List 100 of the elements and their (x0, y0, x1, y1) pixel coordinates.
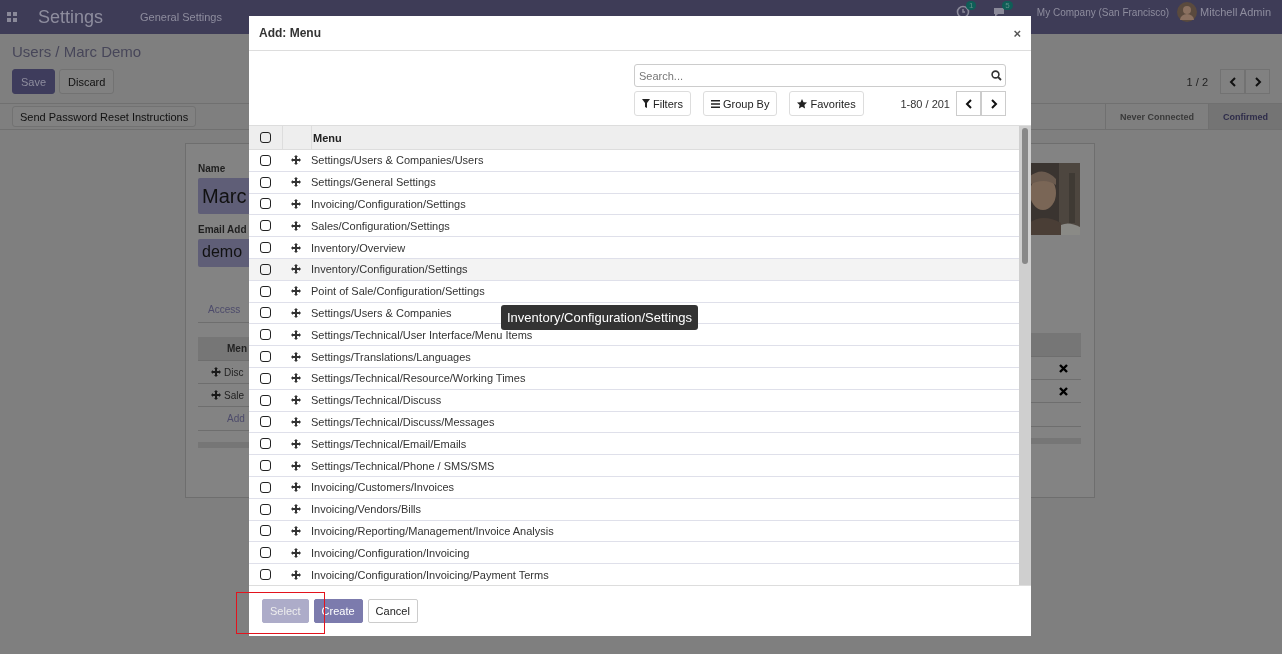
filter-icon (642, 99, 650, 108)
drag-handle-icon[interactable] (291, 504, 301, 515)
row-checkbox[interactable] (260, 307, 271, 319)
table-cell[interactable]: Invoicing/Reporting/Management/Invoice Analysis (310, 524, 554, 537)
header-cell (1029, 333, 1081, 357)
table-cell[interactable]: Settings/General Settings (310, 176, 436, 189)
filters-button[interactable]: Filters (634, 91, 691, 116)
row-checkbox[interactable] (260, 416, 271, 428)
field-label: Email Add (198, 224, 248, 237)
drag-handle-icon[interactable] (211, 390, 221, 400)
drag-handle-icon[interactable] (291, 416, 301, 427)
drag-handle-icon[interactable] (211, 367, 221, 377)
drag-handle-icon[interactable] (291, 482, 301, 493)
row-checkbox[interactable] (260, 154, 271, 166)
drag-handle-icon[interactable] (291, 395, 301, 406)
drag-handle-icon[interactable] (291, 329, 301, 340)
select-all-checkbox[interactable] (260, 132, 271, 143)
chat-icon[interactable] (992, 5, 1007, 19)
app-title: Settings (38, 6, 104, 28)
row-checkbox[interactable] (260, 176, 271, 188)
drag-handle-icon[interactable] (291, 155, 301, 166)
row-checkbox[interactable] (260, 242, 271, 254)
drag-handle-icon[interactable] (291, 264, 301, 275)
row-checkbox[interactable] (260, 220, 271, 232)
table-cell[interactable]: Invoicing/Configuration/Invoicing (310, 546, 470, 559)
row-checkbox[interactable] (260, 503, 271, 515)
row-checkbox[interactable] (260, 351, 271, 363)
drag-handle-icon[interactable] (291, 286, 301, 297)
drag-handle-icon[interactable] (291, 307, 301, 318)
list-icon (710, 99, 720, 108)
dialog-title: Add: Menu (259, 26, 321, 40)
drag-handle-icon[interactable] (291, 220, 301, 231)
drag-handle-icon[interactable] (291, 460, 301, 471)
chevron-left-icon (964, 98, 973, 109)
delete-icon[interactable] (1059, 363, 1068, 373)
table-row[interactable]: Inventory/Configuration/Settings (249, 259, 1019, 281)
row-checkbox[interactable] (260, 525, 271, 537)
table-cell[interactable]: Invoicing/Configuration/Invoicing/Payment Terms (310, 568, 549, 581)
column-header: Menu (312, 131, 342, 144)
table-cell: Disc (224, 366, 244, 378)
chevron-right-icon (1253, 76, 1262, 87)
drag-handle-icon[interactable] (291, 438, 301, 449)
count-badge: 1 (965, 1, 977, 10)
row-checkbox[interactable] (260, 263, 271, 275)
row-checkbox[interactable] (260, 394, 271, 406)
table-cell[interactable]: Settings/Users & Companies/Users (310, 154, 484, 167)
reset-password-button[interactable]: Send Password Reset Instructions (12, 106, 197, 127)
table-cell[interactable]: Invoicing/Configuration/Settings (310, 198, 466, 210)
table-cell[interactable]: Invoicing/Vendors/Bills (310, 503, 422, 516)
drag-handle-icon[interactable] (291, 569, 301, 580)
row-checkbox[interactable] (260, 329, 271, 341)
table-cell: Sale (224, 389, 244, 401)
table-cell[interactable]: Invoicing/Customers/Invoices (310, 481, 455, 494)
cancel-button[interactable]: Cancel (367, 599, 418, 623)
breadcrumb: Users / Marc Demo (12, 42, 143, 61)
chevron-left-icon (1228, 76, 1237, 87)
table-cell[interactable]: Sales/Configuration/Settings (310, 219, 450, 232)
apps-menu-icon[interactable] (7, 12, 17, 22)
drag-handle-icon[interactable] (291, 242, 301, 253)
count-badge: 5 (1002, 1, 1013, 10)
table-cell[interactable]: Settings/Users & Companies (310, 306, 452, 319)
search-field[interactable]: Search... (634, 64, 1006, 87)
field-label: Name (198, 163, 227, 176)
table-cell[interactable]: Point of Sale/Configuration/Settings (310, 285, 485, 298)
drag-handle-icon[interactable] (291, 373, 301, 384)
table-cell[interactable]: Inventory/Configuration/Settings (310, 263, 468, 276)
table-cell[interactable]: Inventory/Overview (310, 241, 406, 254)
row-checkbox[interactable] (260, 198, 271, 210)
clock-icon[interactable] (955, 5, 970, 19)
row-checkbox[interactable] (260, 569, 271, 581)
row-checkbox[interactable] (260, 547, 271, 559)
table-cell[interactable]: Settings/Technical/Email/Emails (310, 437, 467, 450)
drag-handle-icon[interactable] (291, 351, 301, 362)
row-checkbox[interactable] (260, 460, 271, 472)
close-button[interactable]: × (1013, 25, 1021, 41)
row-checkbox[interactable] (260, 372, 271, 384)
discard-button[interactable]: Discard (59, 69, 115, 94)
drag-handle-icon[interactable] (291, 199, 301, 209)
row-checkbox[interactable] (260, 438, 271, 450)
column-header: Men (227, 343, 247, 354)
tooltip: Inventory/Configuration/Settings (501, 305, 698, 330)
drag-handle-icon[interactable] (291, 177, 301, 188)
row-checkbox[interactable] (260, 285, 271, 297)
scrollbar-thumb[interactable] (1022, 128, 1028, 264)
search-icon (991, 70, 1002, 81)
table-cell[interactable]: Settings/Technical/Discuss (310, 394, 442, 407)
table-cell[interactable]: Settings/Technical/Resource/Working Times (310, 372, 526, 385)
favorites-button[interactable]: Favorites (789, 91, 864, 116)
table-cell[interactable]: Settings/Translations/Languages (310, 350, 471, 363)
delete-icon[interactable] (1059, 386, 1068, 396)
group-by-button[interactable]: Group By (702, 91, 778, 116)
chevron-right-icon (989, 98, 998, 109)
drag-handle-icon[interactable] (291, 547, 301, 558)
table-cell[interactable]: Settings/Technical/Discuss/Messages (310, 415, 495, 428)
pager-value: 1-80 / 201 (900, 97, 950, 110)
table-cell[interactable]: Settings/Technical/User Interface/Menu Items (310, 328, 533, 341)
drag-handle-icon[interactable] (291, 525, 301, 536)
star-icon (797, 98, 808, 109)
row-checkbox[interactable] (260, 481, 271, 493)
table-cell[interactable]: Settings/Technical/Phone / SMS/SMS (310, 459, 495, 472)
